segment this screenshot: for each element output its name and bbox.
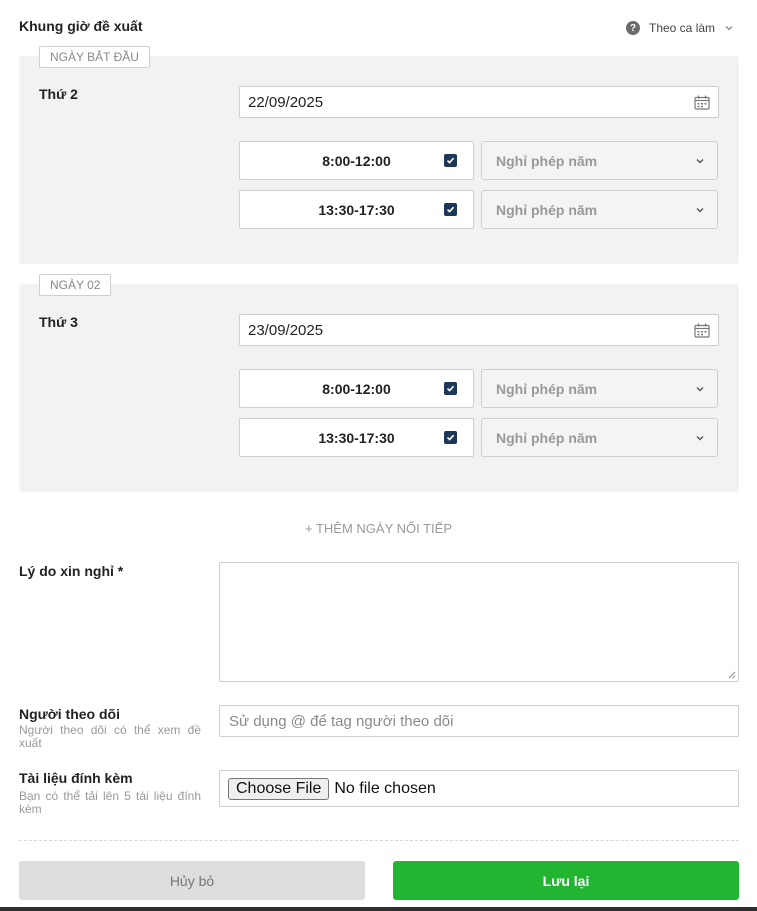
leave-type-select[interactable]: Nghỉ phép năm [481, 190, 718, 229]
file-input[interactable]: Choose File No file chosen [219, 770, 739, 807]
section-title: Khung giờ đề xuất [19, 18, 143, 34]
followers-input[interactable]: Sử dụng @ để tag người theo dõi [219, 705, 739, 737]
help-icon[interactable]: ? [626, 21, 640, 35]
check-icon [446, 434, 455, 441]
followers-hint: Người theo dõi có thể xem đề xuất [19, 723, 201, 750]
slot-checkbox[interactable] [444, 203, 457, 216]
time-slot-label: 13:30-17:30 [318, 429, 395, 446]
date-input[interactable]: 23/09/2025 [239, 314, 719, 346]
slot-checkbox[interactable] [444, 382, 457, 395]
reason-textarea[interactable] [219, 562, 739, 682]
leave-type-select[interactable]: Nghỉ phép năm [481, 418, 718, 457]
leave-type-value: Nghỉ phép năm [496, 201, 598, 218]
cancel-button[interactable]: Hủy bỏ [19, 861, 365, 900]
chevron-down-icon [696, 207, 704, 212]
time-slot-label: 8:00-12:00 [322, 380, 391, 397]
chevron-down-icon [696, 435, 704, 440]
reason-label: Lý do xin nghỉ * [19, 563, 124, 579]
time-slot-label: 8:00-12:00 [322, 152, 391, 169]
mode-dropdown[interactable]: ? Theo ca làm [626, 21, 734, 35]
date-input[interactable]: 22/09/2025 [239, 86, 719, 118]
save-button[interactable]: Lưu lại [393, 861, 739, 900]
weekday-label: Thứ 2 [39, 86, 78, 102]
check-icon [446, 157, 455, 164]
bottom-edge [0, 907, 757, 911]
divider [19, 840, 739, 841]
time-slot[interactable]: 8:00-12:00 [239, 369, 474, 408]
check-icon [446, 385, 455, 392]
slot-checkbox[interactable] [444, 431, 457, 444]
day-tag: NGÀY BẮT ĐẦU [39, 46, 150, 68]
followers-placeholder: Sử dụng @ để tag người theo dõi [229, 712, 454, 730]
chevron-down-icon [696, 158, 704, 163]
calendar-icon[interactable] [694, 95, 710, 110]
mode-label: Theo ca làm [649, 21, 716, 35]
add-day-link[interactable]: + THÊM NGÀY NỐI TIẾP [0, 521, 757, 536]
leave-type-value: Nghỉ phép năm [496, 152, 598, 169]
attachments-label: Tài liệu đính kèm [19, 770, 133, 786]
chevron-down-icon [696, 386, 704, 391]
time-slot[interactable]: 13:30-17:30 [239, 190, 474, 229]
date-value: 22/09/2025 [248, 93, 324, 111]
followers-label: Người theo dõi [19, 706, 120, 722]
date-value: 23/09/2025 [248, 321, 324, 339]
calendar-icon[interactable] [694, 323, 710, 338]
leave-type-value: Nghỉ phép năm [496, 380, 598, 397]
attachments-hint: Bạn có thể tải lên 5 tài liệu đính kèm [19, 789, 201, 816]
slot-checkbox[interactable] [444, 154, 457, 167]
day-tag: NGÀY 02 [39, 274, 112, 296]
time-slot[interactable]: 8:00-12:00 [239, 141, 474, 180]
day-block-1: NGÀY BẮT ĐẦU Thứ 2 22/09/2025 8:00-12:00… [19, 46, 739, 264]
leave-type-value: Nghỉ phép năm [496, 429, 598, 446]
day-block-2: NGÀY 02 Thứ 3 23/09/2025 8:00-12:00 Nghỉ… [19, 274, 739, 492]
leave-type-select[interactable]: Nghỉ phép năm [481, 369, 718, 408]
time-slot[interactable]: 13:30-17:30 [239, 418, 474, 457]
choose-file-button[interactable]: Choose File [228, 777, 330, 800]
file-status: No file chosen [334, 779, 436, 797]
weekday-label: Thứ 3 [39, 314, 78, 330]
leave-type-select[interactable]: Nghỉ phép năm [481, 141, 718, 180]
time-slot-label: 13:30-17:30 [318, 201, 395, 218]
check-icon [446, 206, 455, 213]
chevron-down-icon [725, 26, 733, 31]
resize-handle-icon[interactable] [728, 671, 736, 679]
